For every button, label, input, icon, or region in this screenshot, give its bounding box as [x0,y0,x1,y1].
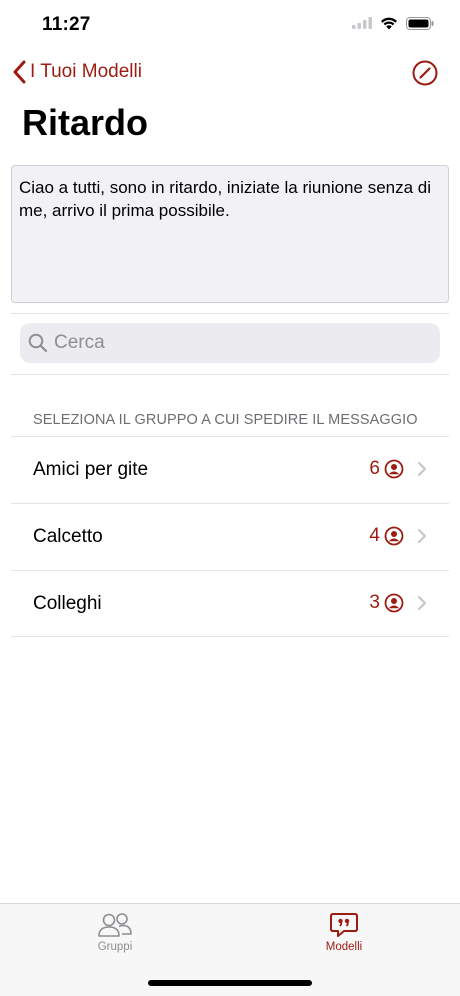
tab-modelli[interactable]: Modelli [284,912,404,953]
member-count: 3 [369,592,404,614]
status-bar: 11:27 [0,0,460,50]
status-icons [352,16,434,30]
chevron-right-icon [418,596,426,610]
cellular-signal-icon [352,17,372,29]
group-name: Calcetto [33,526,103,547]
message-text: Ciao a tutti, sono in ritardo, iniziate … [19,178,432,220]
navigation-bar: I Tuoi Modelli [0,56,460,96]
edit-button[interactable] [412,60,438,91]
home-indicator [148,980,312,986]
person-circle-icon [384,526,404,546]
group-list: Amici per gite 6 Calcetto 4 Colleghi 3 [11,436,449,637]
tab-label: Gruppi [97,941,133,953]
divider [11,374,449,375]
message-text-area[interactable]: Ciao a tutti, sono in ritardo, iniziate … [11,165,449,303]
member-count: 4 [369,525,404,547]
group-row-calcetto[interactable]: Calcetto 4 [11,503,449,570]
quote-bubble-icon [330,913,358,937]
search-icon [28,333,48,353]
battery-icon [406,16,434,30]
tab-label: Modelli [325,941,363,953]
back-button-label: I Tuoi Modelli [30,61,142,82]
chevron-left-icon [13,60,26,84]
wifi-icon [381,17,397,30]
group-row-amici-per-gite[interactable]: Amici per gite 6 [11,436,449,503]
tab-gruppi[interactable]: Gruppi [55,912,175,953]
section-header: SELEZIONA IL GRUPPO A CUI SPEDIRE IL MES… [33,412,418,428]
search-bar[interactable] [20,323,440,363]
chevron-right-icon [418,529,426,543]
group-name: Amici per gite [33,459,149,480]
person-circle-icon [384,593,404,613]
divider [11,313,449,314]
pencil-circle-icon [412,60,438,86]
member-count: 6 [369,458,404,480]
status-time: 11:27 [42,14,91,35]
person-circle-icon [384,459,404,479]
group-name: Colleghi [33,593,102,614]
member-count-value: 4 [369,525,380,546]
chevron-right-icon [418,462,426,476]
member-count-value: 6 [369,458,380,479]
group-row-colleghi[interactable]: Colleghi 3 [11,570,449,637]
back-button[interactable]: I Tuoi Modelli [12,60,142,84]
member-count-value: 3 [369,592,380,613]
search-input[interactable] [54,332,414,354]
page-title: Ritardo [22,102,148,143]
people-icon [98,913,132,937]
